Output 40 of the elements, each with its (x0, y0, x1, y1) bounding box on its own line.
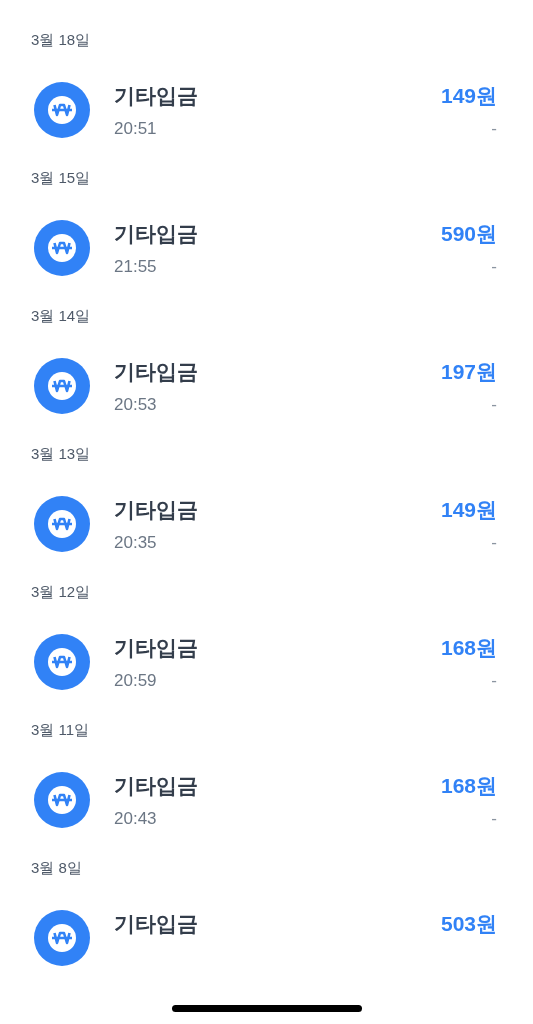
balance: - (491, 808, 497, 830)
won-icon (34, 358, 90, 414)
won-icon (34, 220, 90, 276)
balance: - (491, 394, 497, 416)
date-header: 3월 14일 (30, 306, 92, 326)
transaction-title: 기타입금 (114, 221, 198, 247)
transaction-title: 기타입금 (114, 497, 198, 523)
transaction-time: 20:59 (114, 670, 158, 692)
date-header: 3월 8일 (30, 858, 83, 878)
transaction-title: 기타입금 (114, 635, 198, 661)
amount: 503원 (440, 911, 497, 937)
date-header: 3월 13일 (30, 444, 92, 464)
transaction-time: 20:53 (114, 394, 158, 416)
balance: - (491, 532, 497, 554)
won-icon (34, 496, 90, 552)
transaction-title: 기타입금 (114, 773, 198, 799)
amount: 197원 (440, 359, 497, 385)
transaction-title: 기타입금 (114, 83, 198, 109)
amount: 149원 (440, 83, 497, 109)
amount: 168원 (440, 773, 497, 799)
transaction-time: 20:43 (114, 808, 158, 830)
balance: - (491, 670, 497, 692)
balance: - (491, 256, 497, 278)
transaction-time: 20:35 (114, 532, 158, 554)
balance: - (491, 118, 497, 140)
won-icon (34, 772, 90, 828)
date-header: 3월 12일 (30, 582, 92, 602)
won-icon (34, 910, 90, 966)
won-icon (34, 82, 90, 138)
won-icon (34, 634, 90, 690)
transaction-time: 20:51 (114, 118, 158, 140)
amount: 149원 (440, 497, 497, 523)
transaction-title: 기타입금 (114, 911, 198, 937)
amount: 168원 (440, 635, 497, 661)
transaction-title: 기타입금 (114, 359, 198, 385)
amount: 590원 (440, 221, 497, 247)
date-header: 3월 15일 (30, 168, 92, 188)
transaction-time: 21:55 (114, 256, 158, 278)
date-header: 3월 11일 (30, 720, 91, 740)
date-header: 3월 18일 (30, 30, 92, 50)
